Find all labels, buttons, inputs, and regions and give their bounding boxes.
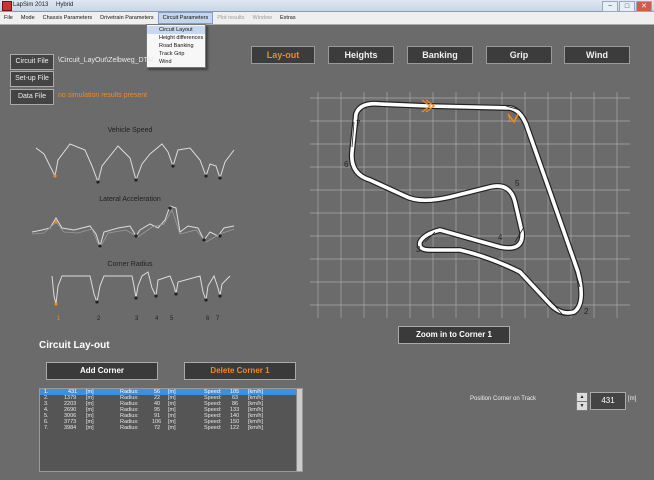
circuit-file-button[interactable]: Circuit File [10,54,54,70]
lat-marker-3 [134,234,138,238]
radius-corner-label-5: 5 [170,316,174,322]
maximize-button[interactable]: □ [619,1,635,12]
radius-marker-7 [218,294,222,298]
track-corner-number-6: 6 [344,160,349,169]
data-file-button[interactable]: Data File [10,89,54,105]
menu-plot-results[interactable]: Plot results [213,12,248,24]
radius-marker-6 [204,298,208,302]
radius-corner-label-2: 2 [97,316,101,322]
lateral-acceleration-trace-2 [31,209,235,249]
track-edge [348,100,585,316]
tab-banking[interactable]: Banking [407,46,473,64]
setup-file-button[interactable]: Set-up File [10,71,54,87]
dropdown-height-differences[interactable]: Height differences [147,34,205,42]
dropdown-wind[interactable]: Wind [147,58,205,66]
corner-row-7[interactable]: 7. 3984 [m] Radius: 72 [m] Speed: 122 [km/h] [40,425,302,431]
menu-mode[interactable]: Mode [17,12,39,24]
title-bar: LapSim 2013 Hybrid − □ ✕ [0,0,654,12]
radius-marker-3 [134,296,138,300]
radius-marker-2 [95,300,99,304]
dropdown-road-banking[interactable]: Road Banking [147,42,205,50]
radius-corner-label-3: 3 [135,316,139,322]
telemetry-charts: 1 2 3 4 5 6 7 [31,143,235,322]
minimize-button[interactable]: − [602,1,618,12]
radius-corner-label-6: 6 [206,316,210,322]
window-controls: − □ ✕ [602,0,652,12]
radius-marker-1 [54,302,58,306]
speed-marker-1 [53,174,57,178]
speed-marker-7 [218,176,222,180]
dropdown-circuit-layout[interactable]: Circuit Layout [147,26,205,34]
corner-list[interactable]: 1. 431 [m] Radius: 56 [m] Speed: 105 [km/h] 2.… [39,388,303,472]
speed-marker-6 [204,174,208,178]
speed-marker-3 [134,178,138,182]
data-file-status: no simulation results present [58,92,148,99]
radius-corner-label-4: 4 [155,316,159,322]
close-button[interactable]: ✕ [636,1,652,12]
track-corner-number-1: 1 [507,115,512,124]
track-curbs [351,105,581,315]
lat-marker-4 [168,206,172,210]
menu-chassis-parameters[interactable]: Chassis Parameters [39,12,97,24]
document-title: Hybrid [56,2,74,8]
lat-marker-2 [98,244,102,248]
tab-heights[interactable]: Heights [328,46,394,64]
position-decrement-button[interactable]: ▼ [576,401,588,411]
position-label: Position Corner on Track [470,396,537,402]
speed-marker-4 [171,164,175,168]
app-icon [2,1,12,11]
menu-extras[interactable]: Extras [276,12,300,24]
corner-radius-trace [51,271,231,305]
corner-list-scrollbar[interactable] [296,389,302,471]
menu-circuit-parameters[interactable]: Circuit Parameters [157,12,214,24]
circuit-parameters-dropdown: Circuit Layout Height differences Road B… [146,24,206,68]
delete-corner-button[interactable]: Delete Corner 1 [184,362,296,380]
circuit-file-path: \Circuit_LayOut\Zelbweg_DTM [58,57,153,64]
menu-window[interactable]: Window [248,12,276,24]
radius-marker-4 [154,294,158,298]
track-corner-number-7: 7 [356,119,361,128]
lat-marker-1 [54,220,58,224]
position-input[interactable]: 431 [590,392,626,410]
tab-wind[interactable]: Wind [564,46,630,64]
tab-layout[interactable]: Lay-out [251,46,315,64]
menu-file[interactable]: File [0,12,17,24]
track-corner-number-4: 4 [498,233,503,242]
track-line [350,101,583,315]
vehicle-speed-title: Vehicle Speed [107,127,153,134]
radius-corner-label-7: 7 [216,316,220,322]
track-corner-number-3: 3 [416,245,421,254]
radius-marker-5 [174,292,178,296]
track-corner-number-5: 5 [515,179,520,188]
vehicle-speed-trace [35,143,235,184]
track-map: 7 6 5 4 3 2 1 [310,92,630,318]
menu-bar: File Mode Chassis Parameters Drivetrain … [0,12,654,25]
tab-grip[interactable]: Grip [486,46,552,64]
dropdown-track-grip[interactable]: Track Grip [147,50,205,58]
menu-drivetrain-parameters[interactable]: Drivetrain Parameters [96,12,158,24]
section-title: Circuit Lay-out [39,340,110,351]
radius-corner-label-1: 1 [57,316,61,322]
app-title: LapSim 2013 [13,2,49,8]
position-unit: [m] [628,396,637,402]
lat-marker-6 [202,238,206,242]
speed-marker-2 [96,180,100,184]
add-corner-button[interactable]: Add Corner [46,362,158,380]
zoom-corner-button[interactable]: Zoom in to Corner 1 [398,326,510,344]
track-corner-number-2: 2 [584,307,589,316]
lat-marker-7 [218,234,222,238]
